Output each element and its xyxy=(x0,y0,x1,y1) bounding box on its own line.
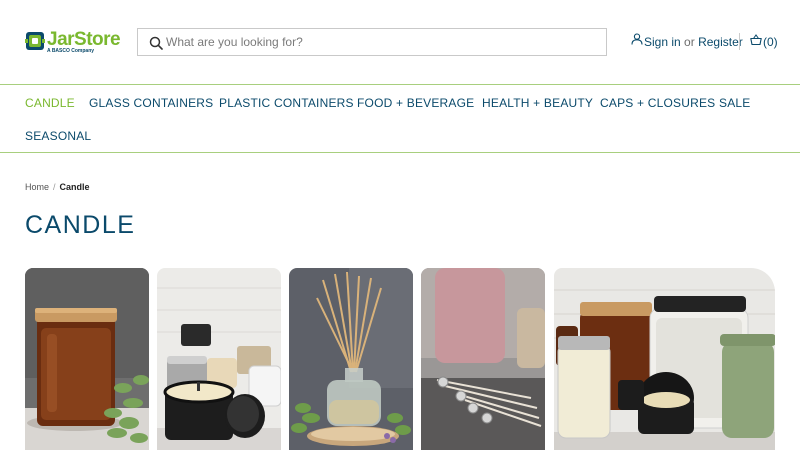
breadcrumb-home[interactable]: Home xyxy=(25,182,49,192)
nav-item-glass-containers[interactable]: GLASS CONTAINERS xyxy=(89,96,213,110)
page-title: CANDLE xyxy=(25,211,136,239)
breadcrumb-separator: / xyxy=(53,182,56,192)
search-bar xyxy=(137,28,607,56)
logo-tagline: A BASCO Company xyxy=(47,48,95,54)
amber-jar-image xyxy=(25,268,149,450)
nav-item-plastic-containers[interactable]: PLASTIC CONTAINERS xyxy=(219,96,354,110)
category-tile-assorted-jars[interactable] xyxy=(554,268,775,450)
nav-item-caps-closures[interactable]: CAPS + CLOSURES xyxy=(600,96,715,110)
logo-wordmark: JarStore xyxy=(47,29,121,50)
category-tile-reed-diffuser[interactable] xyxy=(289,268,413,450)
main-navigation: CANDLE GLASS CONTAINERS PLASTIC CONTAINE… xyxy=(0,84,800,153)
account-or-text: or xyxy=(684,35,695,49)
breadcrumb-current: Candle xyxy=(59,182,90,192)
nav-item-food-beverage[interactable]: FOOD + BEVERAGE xyxy=(357,96,474,110)
cart-count: (0) xyxy=(763,35,778,49)
sign-in-link[interactable]: Sign in xyxy=(644,35,681,49)
jarstore-logo[interactable]: JarStore A BASCO Company xyxy=(25,30,121,56)
reed-diffuser-image xyxy=(289,268,413,450)
header-divider xyxy=(739,33,740,50)
site-header: JarStore A BASCO Company Sign in or Regi… xyxy=(0,0,800,84)
nav-item-seasonal[interactable]: SEASONAL xyxy=(25,129,91,143)
jarstore-logo-icon xyxy=(25,32,45,50)
candle-tins-image xyxy=(157,268,281,450)
candle-wicks-image xyxy=(421,268,545,450)
nav-item-health-beauty[interactable]: HEALTH + BEAUTY xyxy=(482,96,593,110)
category-tile-amber-jar[interactable] xyxy=(25,268,149,450)
category-tile-candle-wicks[interactable] xyxy=(421,268,545,450)
search-input[interactable] xyxy=(166,29,596,55)
breadcrumb: Home / Candle xyxy=(25,182,90,192)
category-tile-candle-tins[interactable] xyxy=(157,268,281,450)
nav-item-candle[interactable]: CANDLE xyxy=(25,96,75,110)
basket-icon xyxy=(750,34,762,46)
search-icon[interactable] xyxy=(149,36,163,50)
user-icon xyxy=(631,33,643,45)
nav-item-sale[interactable]: SALE xyxy=(719,96,751,110)
register-link[interactable]: Register xyxy=(698,35,743,49)
assorted-jars-image xyxy=(554,268,775,450)
